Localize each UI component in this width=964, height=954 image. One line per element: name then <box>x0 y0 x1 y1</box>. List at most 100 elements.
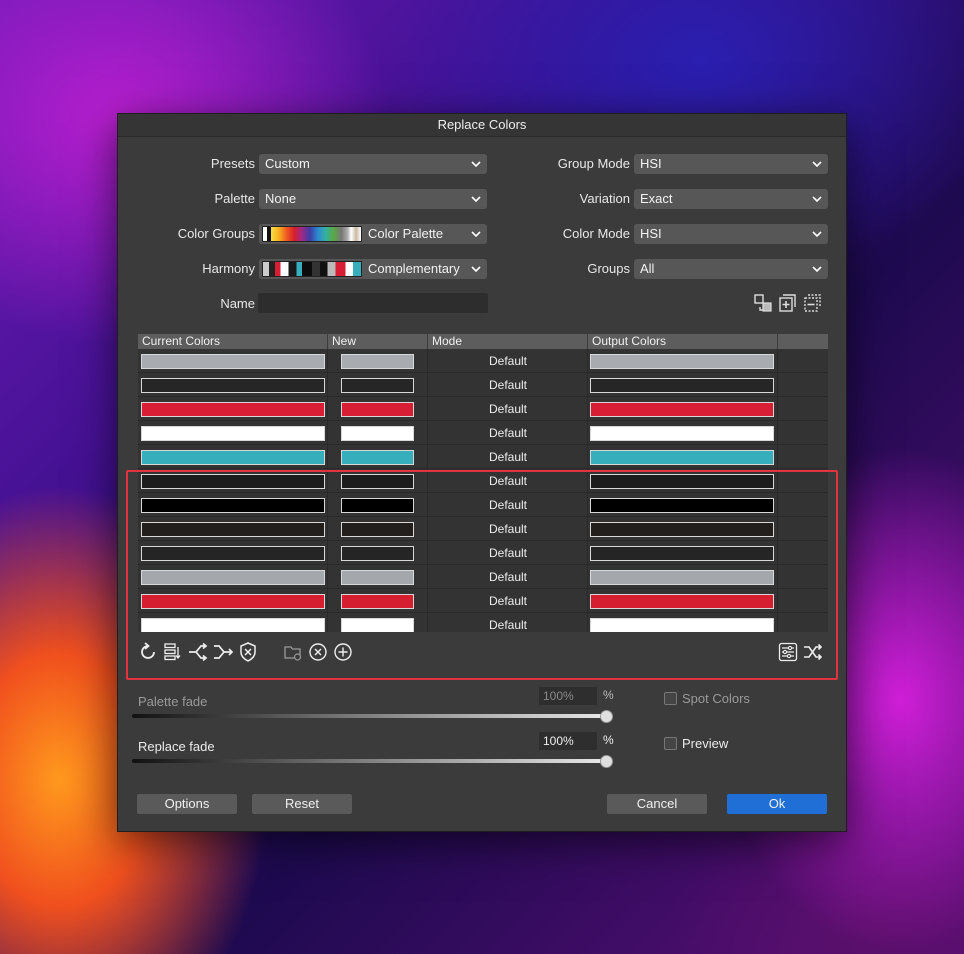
table-row[interactable]: Default <box>138 517 828 541</box>
ok-button[interactable]: Ok <box>727 794 827 814</box>
palette-fade-slider[interactable] <box>132 714 606 718</box>
new-color-cell <box>328 469 428 493</box>
replace-fade-value[interactable]: 100% <box>539 732 597 750</box>
swap-colors-icon[interactable] <box>752 292 774 314</box>
table-row[interactable]: Default <box>138 565 828 589</box>
variation-select[interactable]: Exact <box>634 189 828 209</box>
output-color-swatch[interactable] <box>590 378 774 393</box>
output-color-swatch[interactable] <box>590 522 774 537</box>
current-color-swatch[interactable] <box>141 522 325 537</box>
presets-select[interactable]: Custom <box>259 154 487 174</box>
table-row[interactable]: Default <box>138 397 828 421</box>
new-color-swatch[interactable] <box>341 570 414 585</box>
remove-circle-icon[interactable] <box>307 641 329 663</box>
mode-cell[interactable]: Default <box>428 565 588 589</box>
table-row[interactable]: Default <box>138 469 828 493</box>
mode-cell[interactable]: Default <box>428 373 588 397</box>
new-color-swatch[interactable] <box>341 354 414 369</box>
chevron-down-icon <box>812 266 822 273</box>
mode-cell[interactable]: Default <box>428 469 588 493</box>
mode-cell[interactable]: Default <box>428 589 588 613</box>
new-color-swatch[interactable] <box>341 402 414 417</box>
table-row[interactable]: Default <box>138 541 828 565</box>
current-color-swatch[interactable] <box>141 618 325 632</box>
mode-cell[interactable]: Default <box>428 445 588 469</box>
spot-colors-checkbox[interactable] <box>664 692 677 705</box>
output-color-swatch[interactable] <box>590 594 774 609</box>
current-color-swatch[interactable] <box>141 594 325 609</box>
new-color-swatch[interactable] <box>341 546 414 561</box>
new-color-swatch[interactable] <box>341 594 414 609</box>
current-color-swatch[interactable] <box>141 450 325 465</box>
output-color-swatch[interactable] <box>590 426 774 441</box>
new-color-swatch[interactable] <box>341 522 414 537</box>
color-mode-select[interactable]: HSI <box>634 224 828 244</box>
sort-list-icon[interactable] <box>162 641 184 663</box>
settings-sliders-icon[interactable] <box>777 641 799 663</box>
mode-cell[interactable]: Default <box>428 517 588 541</box>
new-color-swatch[interactable] <box>341 426 414 441</box>
shield-x-icon[interactable] <box>237 641 259 663</box>
groups-select[interactable]: All <box>634 259 828 279</box>
output-color-swatch[interactable] <box>590 546 774 561</box>
new-color-swatch[interactable] <box>341 450 414 465</box>
palette-fade-value[interactable]: 100% <box>539 687 597 705</box>
output-color-swatch[interactable] <box>590 354 774 369</box>
output-color-swatch[interactable] <box>590 450 774 465</box>
table-row[interactable]: Default <box>138 445 828 469</box>
current-color-swatch[interactable] <box>141 498 325 513</box>
new-color-swatch[interactable] <box>341 474 414 489</box>
shuffle-icon[interactable] <box>802 641 824 663</box>
current-color-swatch[interactable] <box>141 570 325 585</box>
options-button[interactable]: Options <box>137 794 237 814</box>
mode-cell[interactable]: Default <box>428 397 588 421</box>
new-color-swatch[interactable] <box>341 378 414 393</box>
table-header: Current Colors New Mode Output Colors <box>138 334 828 349</box>
palette-select[interactable]: None <box>259 189 487 209</box>
palette-fade-slider-knob[interactable] <box>599 710 613 723</box>
split-icon[interactable] <box>187 641 209 663</box>
cancel-button[interactable]: Cancel <box>607 794 707 814</box>
add-swatch-icon[interactable] <box>777 292 799 314</box>
groups-label: Groups <box>587 261 630 276</box>
table-row[interactable]: Default <box>138 493 828 517</box>
harmony-select[interactable]: Complementary <box>259 259 487 279</box>
reset-icon[interactable] <box>137 641 159 663</box>
group-mode-select[interactable]: HSI <box>634 154 828 174</box>
merge-icon[interactable] <box>212 641 234 663</box>
replace-fade-slider[interactable] <box>132 759 606 763</box>
mode-value: Default <box>488 426 528 440</box>
output-color-swatch[interactable] <box>590 618 774 632</box>
table-row[interactable]: Default <box>138 613 828 632</box>
replace-fade-slider-knob[interactable] <box>599 755 613 768</box>
output-color-swatch[interactable] <box>590 402 774 417</box>
preview-checkbox[interactable] <box>664 737 677 750</box>
output-color-swatch[interactable] <box>590 498 774 513</box>
mode-cell[interactable]: Default <box>428 613 588 632</box>
current-color-swatch[interactable] <box>141 474 325 489</box>
table-row[interactable]: Default <box>138 373 828 397</box>
output-color-swatch[interactable] <box>590 570 774 585</box>
new-color-swatch[interactable] <box>341 618 414 632</box>
color-groups-select[interactable]: Color Palette <box>259 224 487 244</box>
current-color-swatch[interactable] <box>141 354 325 369</box>
remove-swatch-icon[interactable] <box>802 292 824 314</box>
folder-icon[interactable] <box>282 641 304 663</box>
reset-button[interactable]: Reset <box>252 794 352 814</box>
mode-cell[interactable]: Default <box>428 493 588 517</box>
table-row[interactable]: Default <box>138 349 828 373</box>
variation-label: Variation <box>579 191 630 206</box>
name-input[interactable] <box>258 293 488 313</box>
output-color-swatch[interactable] <box>590 474 774 489</box>
add-circle-icon[interactable] <box>332 641 354 663</box>
current-color-swatch[interactable] <box>141 402 325 417</box>
new-color-swatch[interactable] <box>341 498 414 513</box>
table-row[interactable]: Default <box>138 589 828 613</box>
current-color-swatch[interactable] <box>141 378 325 393</box>
mode-cell[interactable]: Default <box>428 421 588 445</box>
table-row[interactable]: Default <box>138 421 828 445</box>
mode-cell[interactable]: Default <box>428 541 588 565</box>
current-color-swatch[interactable] <box>141 426 325 441</box>
current-color-swatch[interactable] <box>141 546 325 561</box>
mode-cell[interactable]: Default <box>428 349 588 373</box>
